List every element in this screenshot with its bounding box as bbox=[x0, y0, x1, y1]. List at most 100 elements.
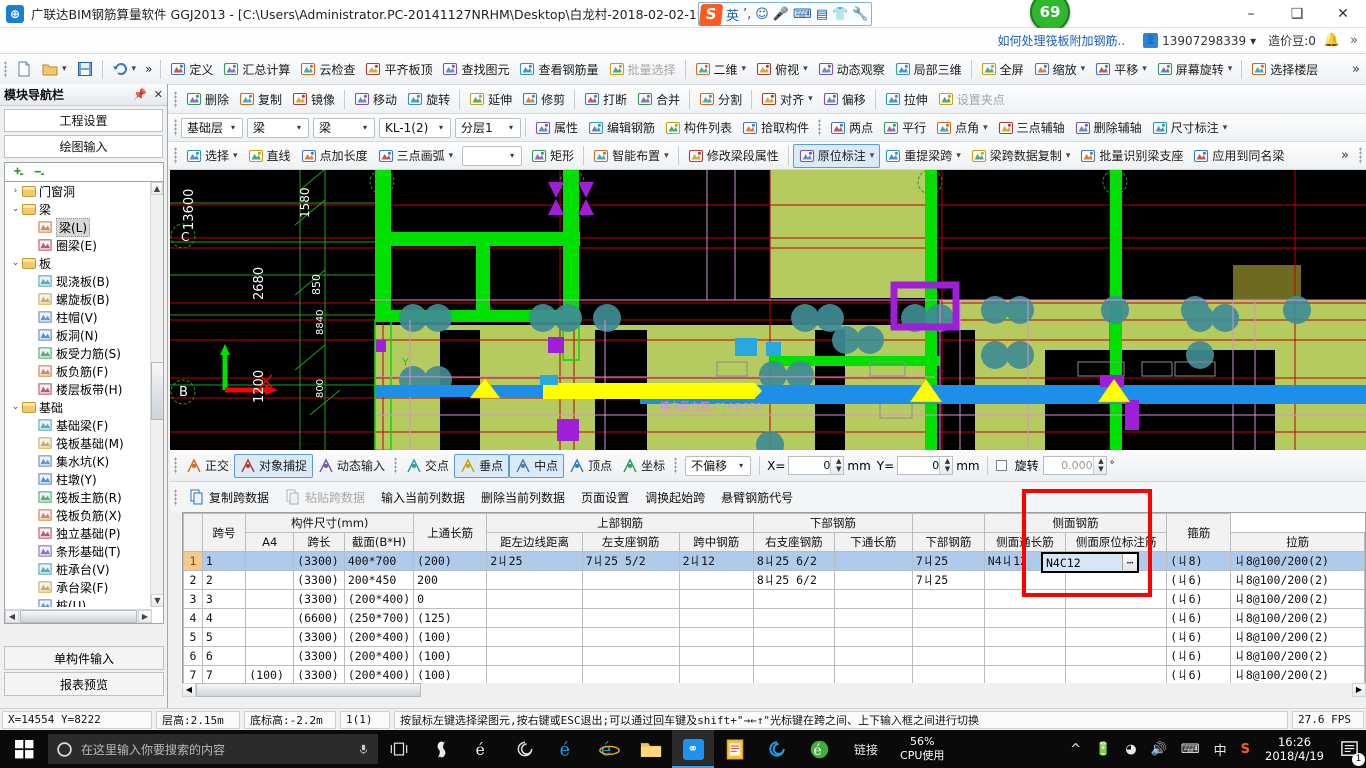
category-combo[interactable]: 梁 ▾ bbox=[247, 117, 309, 138]
tree-item-门窗洞[interactable]: › 门窗洞 bbox=[5, 182, 152, 200]
remove-icon[interactable] bbox=[32, 166, 45, 179]
cell-tie[interactable]: (丩6) bbox=[1166, 589, 1232, 609]
rotate-input[interactable]: 0.000 ▲ ▼ bbox=[1042, 456, 1107, 475]
cell-section[interactable]: (200*400) bbox=[343, 665, 415, 685]
layer-combo[interactable]: 分层1 ▾ bbox=[455, 117, 521, 138]
arc-style-combo[interactable]: ▾ bbox=[462, 145, 523, 166]
tree-item-板负筋F[interactable]: 板负筋(F) bbox=[5, 362, 152, 380]
toolbar-mirror[interactable]: 镜像 bbox=[287, 87, 340, 111]
ime-voice-icon[interactable]: 🎤 bbox=[773, 7, 789, 22]
account-caret-icon[interactable]: ▾ bbox=[1250, 34, 1256, 48]
toolbar-grip[interactable] bbox=[1359, 147, 1362, 164]
toolbar-smart-layout[interactable]: 智能布置 ▾ bbox=[588, 144, 674, 168]
toolbar-apply-same-beam[interactable]: 应用到同名梁 bbox=[1188, 144, 1289, 168]
cell-right-support[interactable] bbox=[752, 589, 835, 609]
hscroll-thumb[interactable] bbox=[20, 610, 137, 623]
cell-side-inplace[interactable] bbox=[1065, 665, 1168, 685]
span-data-table[interactable]: 跨号 构件尺寸(mm) 上通长筋 上部钢筋 下部钢筋 侧面钢筋 箍筋 A4 跨长 截面(B*H) 距… bbox=[182, 512, 1366, 697]
cell-mid-span[interactable] bbox=[678, 570, 754, 590]
chevron-down-icon[interactable]: ▾ bbox=[808, 94, 813, 104]
cell-side-inplace[interactable] bbox=[1065, 589, 1168, 609]
cell-dist-left[interactable]: (100) bbox=[413, 646, 488, 666]
chevron-down-icon[interactable]: ⌄ bbox=[9, 402, 22, 412]
cell-bottom-rebar[interactable] bbox=[911, 608, 985, 628]
tree-item-梁L[interactable]: 梁(L) bbox=[5, 217, 152, 237]
sogou-tray-icon[interactable]: S bbox=[1234, 742, 1257, 757]
cell-bottom-rebar[interactable]: 7丩25 bbox=[911, 570, 985, 590]
undo-button[interactable]: ▾ bbox=[107, 57, 142, 81]
tree-item-筏板主筋R[interactable]: 筏板主筋(R) bbox=[5, 488, 152, 506]
cell-section[interactable]: 200*450 bbox=[343, 570, 415, 590]
cell-bottom-through[interactable] bbox=[833, 646, 913, 666]
help-link[interactable]: 如何处理筏板附加钢筋.. bbox=[998, 32, 1126, 49]
toolbar-grip[interactable] bbox=[394, 457, 398, 474]
cell-span-length[interactable]: (3300) bbox=[293, 570, 345, 590]
cell-side-through[interactable] bbox=[983, 646, 1067, 666]
scroll-thumb[interactable] bbox=[151, 362, 163, 420]
toolbar-delete[interactable]: 删除 bbox=[181, 87, 234, 111]
tree-item-螺旋板B[interactable]: 螺旋板(B) bbox=[5, 290, 152, 308]
toolbar-rotate[interactable]: 旋转 bbox=[402, 87, 455, 111]
report-preview-button[interactable]: 报表预览 bbox=[4, 672, 164, 696]
cell-span-no[interactable]: 7 bbox=[201, 665, 247, 685]
cell-dist-left[interactable]: 0 bbox=[413, 589, 488, 609]
x-input[interactable]: 0 ▲ ▼ bbox=[788, 456, 845, 475]
toolbar-view-rebar[interactable]: 查看钢筋量 bbox=[514, 57, 603, 81]
toolbar-three-point-axis[interactable]: 三点辅轴 bbox=[993, 116, 1070, 140]
table-row[interactable]: 1 1 (3300) 400*700 (200) 2丩25 7丩25 5/2 2丩12 8丩25… bbox=[183, 551, 1365, 571]
cell-span-length[interactable]: (3300) bbox=[293, 627, 345, 647]
cell-mid-span[interactable]: 2丩12 bbox=[678, 551, 754, 571]
toolbar-move[interactable]: 移动 bbox=[349, 87, 402, 111]
search-input[interactable]: 在这里输入你要搜索的内容 bbox=[48, 734, 378, 764]
cell-bottom-rebar[interactable] bbox=[911, 627, 985, 647]
taskbar-clock[interactable]: 16:26 2018/4/19 bbox=[1257, 735, 1332, 763]
toolbar-fullscreen[interactable]: 全屏 bbox=[976, 57, 1029, 81]
toolbar-grip[interactable] bbox=[818, 119, 822, 136]
wifi-icon[interactable]: ◕ bbox=[1118, 742, 1143, 757]
chevron-down-icon[interactable]: ▾ bbox=[1223, 123, 1228, 133]
table-scroll-thumb[interactable] bbox=[196, 683, 421, 697]
cell-a4[interactable] bbox=[245, 589, 295, 609]
tree-item-柱帽V[interactable]: 柱帽(V) bbox=[5, 308, 152, 326]
cell-top-through[interactable] bbox=[486, 665, 583, 685]
notification-icon[interactable]: 1 bbox=[1332, 730, 1366, 768]
toolbar-grip[interactable] bbox=[174, 488, 177, 506]
cell-a4[interactable]: (100) bbox=[245, 665, 295, 685]
tree-item-板洞N[interactable]: 板洞(N) bbox=[5, 326, 152, 344]
spiral-app-icon[interactable] bbox=[504, 730, 546, 768]
toolbar-grip[interactable] bbox=[4, 60, 7, 78]
cell-left-support[interactable] bbox=[581, 646, 680, 666]
scroll-up-arrow[interactable]: ▲ bbox=[151, 182, 163, 195]
snap-coordinate[interactable]: 坐标 bbox=[617, 454, 670, 478]
tree-item-基础梁F[interactable]: 基础梁(F) bbox=[5, 416, 152, 434]
snap-object-snap[interactable]: 对象捕捉 bbox=[234, 453, 314, 478]
toolbar1-overflow[interactable]: » bbox=[141, 57, 156, 81]
battery-icon[interactable]: 🔋 bbox=[1088, 742, 1118, 757]
ggj-app-icon[interactable]: ⚭ bbox=[672, 730, 714, 768]
tree-item-集水坑K[interactable]: 集水坑(K) bbox=[5, 452, 152, 470]
account-overflow-icon[interactable]: » bbox=[1350, 33, 1358, 48]
chevron-down-icon[interactable]: ▾ bbox=[233, 151, 238, 161]
tree-item-板受力筋S[interactable]: 板受力筋(S) bbox=[5, 344, 152, 362]
toolbar-grip[interactable] bbox=[174, 457, 177, 474]
chevron-down-icon[interactable]: ▾ bbox=[434, 123, 448, 132]
cell-side-inplace[interactable] bbox=[1065, 570, 1168, 590]
cell-dist-left[interactable]: (100) bbox=[413, 665, 488, 685]
toolbar-extend[interactable]: 延伸 bbox=[464, 87, 517, 111]
chevron-down-icon[interactable]: ▾ bbox=[292, 123, 306, 132]
table-row[interactable]: 3 3 (3300) (200*400) 0 (丩6) 丩8@100/200(2) bbox=[183, 589, 1365, 609]
snap-perpendicular[interactable]: 垂点 bbox=[454, 453, 510, 478]
cell-top-through[interactable] bbox=[486, 646, 583, 666]
cell-stirrup[interactable]: 丩8@100/200(2) bbox=[1230, 570, 1365, 590]
account-user[interactable]: 👤 13907298339 ▾ bbox=[1143, 33, 1256, 48]
cell-tie[interactable]: (丩6) bbox=[1166, 627, 1232, 647]
toolbar-sigma[interactable]: 汇总计算 bbox=[218, 57, 295, 81]
chevron-down-icon[interactable]: ▾ bbox=[1142, 64, 1147, 74]
close-button[interactable]: ✕ bbox=[1320, 0, 1366, 28]
drawing-input-button[interactable]: 绘图输入 bbox=[4, 135, 163, 158]
toolbar-copy[interactable]: 复制 bbox=[234, 87, 287, 111]
cell-top-through[interactable] bbox=[486, 570, 583, 590]
tree-item-桩U[interactable]: 桩(U) bbox=[5, 596, 152, 607]
scroll-left-arrow[interactable]: ◀ bbox=[5, 610, 19, 623]
toolbar-break[interactable]: 打断 bbox=[579, 87, 632, 111]
